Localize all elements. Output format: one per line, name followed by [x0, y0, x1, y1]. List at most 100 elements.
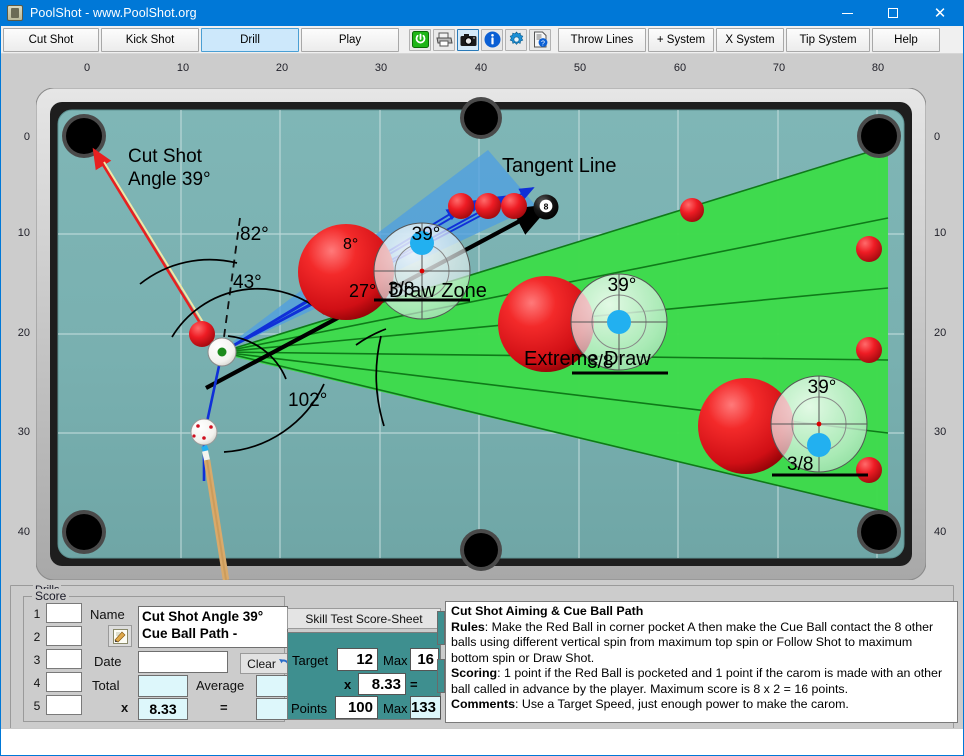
- ruler-top-tick: 0: [83, 62, 91, 74]
- date-label: Date: [94, 654, 122, 669]
- date-input[interactable]: [138, 651, 228, 673]
- aim-angle-3: 39°: [808, 377, 837, 398]
- minimize-button[interactable]: [824, 0, 870, 26]
- ruler-top-tick: 20: [275, 62, 289, 74]
- button-x-system[interactable]: X System: [716, 27, 784, 52]
- ruler-right: 0 10 20 30 40: [920, 86, 964, 580]
- annotation-draw-zone: Draw Zone: [389, 280, 487, 302]
- average-label: Average: [196, 678, 245, 693]
- ball-cluster-top: [448, 193, 527, 219]
- points-value: 100: [335, 696, 378, 719]
- score-input-4[interactable]: [46, 672, 82, 692]
- description-scoring: Scoring: 1 point if the Red Ball is pock…: [451, 666, 953, 697]
- button-tip-system[interactable]: Tip System: [786, 27, 870, 52]
- aim-angle-1: 39°: [412, 224, 441, 245]
- svg-text:?: ?: [541, 40, 545, 47]
- ruler-top-tick: 60: [673, 62, 687, 74]
- annotation-angle-43: 43°: [233, 272, 262, 293]
- ruler-left-tick: 0: [23, 131, 30, 143]
- name-input[interactable]: Cut Shot Angle 39° Cue Ball Path -: [138, 606, 288, 648]
- score-row-label: 4: [33, 676, 41, 690]
- pool-table-diagram[interactable]: 8 39° 3/8 39° 3/8 39° 3/8 Cut Shot Angle…: [36, 88, 926, 580]
- skill-test-score-sheet-button[interactable]: Skill Test Score-Sheet: [287, 608, 441, 629]
- toolbar-icon-group: ?: [408, 28, 552, 51]
- ruler-top-tick: 50: [573, 62, 587, 74]
- rules-label: Rules: [451, 619, 485, 634]
- help-document-icon[interactable]: ?: [529, 28, 551, 51]
- score-row-label: 2: [33, 630, 41, 644]
- ruler-top-tick: 80: [871, 62, 885, 74]
- skill-test-panel: Target 12 Max 16 x 8.33 = Points 100 Max…: [287, 632, 441, 720]
- description-scrollbar[interactable]: [437, 601, 445, 723]
- score-input-2[interactable]: [46, 626, 82, 646]
- ghost-cue-ball: [207, 337, 237, 367]
- close-button[interactable]: ✕: [916, 0, 964, 26]
- equals-label: =: [410, 677, 418, 692]
- target-max-value: 16: [410, 648, 439, 671]
- equals-label: =: [220, 700, 228, 715]
- points-label: Points: [291, 701, 328, 716]
- button-help[interactable]: Help: [872, 27, 940, 52]
- info-icon[interactable]: [481, 28, 503, 51]
- aim-angle-2: 39°: [608, 275, 637, 296]
- name-value-line-1: Cut Shot Angle 39° Cue Ball Path -: [142, 609, 264, 641]
- ruler-left-tick: 10: [17, 227, 30, 239]
- ruler-top-tick: 10: [176, 62, 190, 74]
- score-row-label: 1: [33, 607, 41, 621]
- button-throw-lines[interactable]: Throw Lines: [558, 27, 646, 52]
- description-panel: Cut Shot Aiming & Cue Ball Path Rules: M…: [445, 601, 958, 723]
- ruler-right-tick: 20: [934, 327, 947, 339]
- total-value: [138, 675, 188, 697]
- annotation-angle-82: 82°: [240, 224, 269, 245]
- pencil-icon[interactable]: [108, 625, 132, 647]
- multiplier-value: 8.33: [138, 698, 188, 720]
- button-plus-system[interactable]: + System: [648, 27, 714, 52]
- description-rules: Rules: Make the Red Ball in corner pocke…: [451, 620, 953, 667]
- score-input-3[interactable]: [46, 649, 82, 669]
- description-title: Cut Shot Aiming & Cue Ball Path: [451, 604, 644, 618]
- score-group: Score 1 2 3 4 5 Name Cut Shot Angle 39° …: [23, 589, 298, 722]
- clear-button-label: Clear: [247, 656, 276, 671]
- tab-cut-shot[interactable]: Cut Shot: [3, 27, 99, 52]
- window-title: PoolShot - www.PoolShot.org: [30, 6, 197, 20]
- comments-label: Comments: [451, 697, 516, 711]
- times-label: x: [344, 677, 352, 692]
- multiplier-value: 8.33: [358, 673, 406, 695]
- ruler-right-tick: 30: [934, 426, 947, 438]
- annotation-extreme-draw: Extreme Draw: [524, 348, 651, 370]
- annotation-angle-8: 8°: [343, 236, 358, 253]
- window-controls: ✕: [824, 0, 964, 26]
- tab-kick-shot[interactable]: Kick Shot: [101, 27, 199, 52]
- tab-drill[interactable]: Drill: [201, 27, 299, 52]
- print-icon[interactable]: [433, 28, 455, 51]
- cue-ball: [190, 418, 218, 446]
- eight-ball: 8: [533, 194, 559, 220]
- points-max-label: Max: [383, 701, 408, 716]
- ruler-right-tick: 10: [934, 227, 947, 239]
- total-label: Total: [92, 678, 120, 693]
- status-bar: [0, 728, 964, 756]
- score-input-5[interactable]: [46, 695, 82, 715]
- scoring-text: : 1 point if the Red Ball is pocketed an…: [451, 666, 943, 696]
- ruler-top: 0 10 20 30 40 50 60 70 80: [0, 54, 964, 86]
- application-window: PoolShot - www.PoolShot.org ✕ Cut Shot K…: [0, 0, 964, 756]
- annotation-cut-shot: Cut Shot: [128, 146, 203, 167]
- name-label: Name: [90, 607, 125, 622]
- tab-play[interactable]: Play: [301, 27, 399, 52]
- gear-icon[interactable]: [505, 28, 527, 51]
- score-row-label: 5: [33, 699, 41, 713]
- ruler-left-tick: 40: [17, 526, 30, 538]
- target-value[interactable]: 12: [337, 648, 378, 671]
- main-toolbar: Cut Shot Kick Shot Drill Play ? Throw Li…: [0, 26, 964, 54]
- ruler-top-tick: 70: [772, 62, 786, 74]
- camera-icon[interactable]: [457, 28, 479, 51]
- maximize-button[interactable]: [870, 0, 916, 26]
- rules-text: : Make the Red Ball in corner pocket A t…: [451, 619, 934, 665]
- score-input-1[interactable]: [46, 603, 82, 623]
- comments-text: : Use a Target Speed, just enough power …: [515, 697, 849, 711]
- power-icon[interactable]: [409, 28, 431, 51]
- ruler-left-tick: 20: [17, 327, 30, 339]
- svg-text:8: 8: [544, 202, 549, 212]
- aim-fraction-3: 3/8: [787, 454, 813, 475]
- scoring-label: Scoring: [451, 666, 498, 680]
